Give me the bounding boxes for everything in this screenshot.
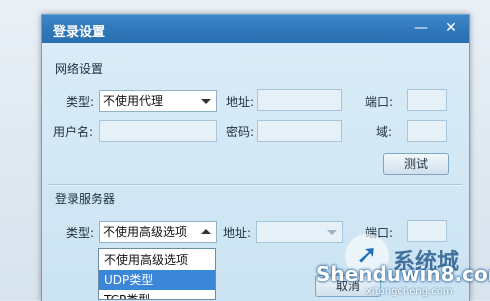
watermark-en-text: Shenduwin8.com <box>316 262 490 286</box>
test-button[interactable]: 测试 <box>383 153 449 175</box>
username-field[interactable] <box>99 120 217 142</box>
dialog-title: 登录设置 <box>53 25 106 40</box>
network-type-label: 类型: <box>66 95 95 109</box>
chevron-down-icon <box>201 99 211 104</box>
server-type-label: 类型: <box>66 226 95 240</box>
domain-field[interactable] <box>407 120 447 142</box>
password-field[interactable] <box>257 120 342 142</box>
password-label: 密码: <box>226 125 255 139</box>
server-type-dropdown: 不使用高级选项 UDP类型 TCP类型 <box>98 248 216 300</box>
chevron-up-icon <box>201 229 211 234</box>
login-server-section-title: 登录服务器 <box>55 192 116 206</box>
title-bar[interactable]: 登录设置 — ✕ <box>42 15 469 43</box>
domain-label: 域: <box>376 125 393 139</box>
server-type-value: 不使用高级选项 <box>103 225 188 239</box>
section-divider <box>48 184 462 186</box>
network-section-title: 网络设置 <box>55 62 104 76</box>
watermark-url-text: xitongcheng.com <box>366 286 453 297</box>
network-type-value: 不使用代理 <box>103 94 164 108</box>
network-port-label: 端口: <box>365 95 394 109</box>
dropdown-option[interactable]: TCP类型 <box>99 290 215 299</box>
site-watermark: ➚ 系统城 Shenduwin8.com xitongcheng.com <box>298 228 490 300</box>
username-label: 用户名: <box>53 125 94 139</box>
network-address-label: 地址: <box>226 95 255 109</box>
network-address-field[interactable] <box>257 89 342 111</box>
server-type-select[interactable]: 不使用高级选项 <box>99 221 217 243</box>
dropdown-option[interactable]: 不使用高级选项 <box>99 250 215 270</box>
minimize-button[interactable]: — <box>410 18 432 38</box>
server-address-label: 地址: <box>223 226 252 240</box>
dropdown-option-selected[interactable]: UDP类型 <box>99 270 215 290</box>
network-port-field[interactable] <box>407 89 447 111</box>
network-type-select[interactable]: 不使用代理 <box>99 90 217 112</box>
close-button[interactable]: ✕ <box>440 18 462 38</box>
